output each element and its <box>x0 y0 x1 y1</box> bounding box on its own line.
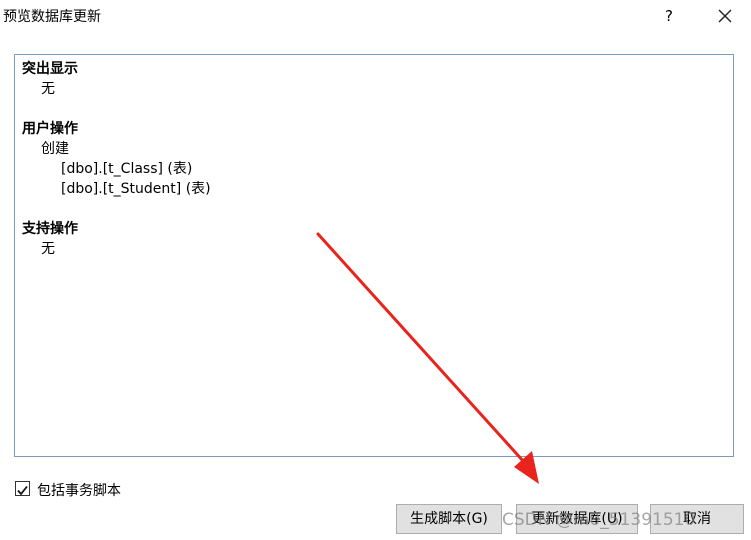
table-item-t-class: [dbo].[t_Class] (表) <box>61 161 193 177</box>
window-title: 预览数据库更新 <box>3 9 101 25</box>
generate-script-button[interactable]: 生成脚本(G) <box>396 504 502 534</box>
cancel-button[interactable]: 取消 <box>650 504 744 534</box>
close-button[interactable] <box>712 3 738 29</box>
section-support-actions-title: 支持操作 <box>22 221 78 237</box>
include-transaction-label: 包括事务脚本 <box>37 483 121 499</box>
section-highlights-title: 突出显示 <box>22 61 78 77</box>
action-create-label: 创建 <box>41 141 69 157</box>
section-user-actions-title: 用户操作 <box>22 121 78 137</box>
close-icon <box>718 9 732 23</box>
update-database-button[interactable]: 更新数据库(U) <box>516 504 638 534</box>
table-item-t-student: [dbo].[t_Student] (表) <box>61 181 211 197</box>
preview-pane[interactable]: 突出显示 无 用户操作 创建 [dbo].[t_Class] (表) [dbo]… <box>14 54 734 457</box>
title-bar: 预览数据库更新 ? <box>0 0 751 32</box>
section-support-item: 无 <box>41 241 55 257</box>
help-button[interactable]: ? <box>656 3 682 29</box>
section-highlights-item: 无 <box>41 81 55 97</box>
help-icon: ? <box>665 7 673 25</box>
include-transaction-checkbox[interactable] <box>15 481 30 496</box>
checkmark-icon <box>17 485 28 496</box>
